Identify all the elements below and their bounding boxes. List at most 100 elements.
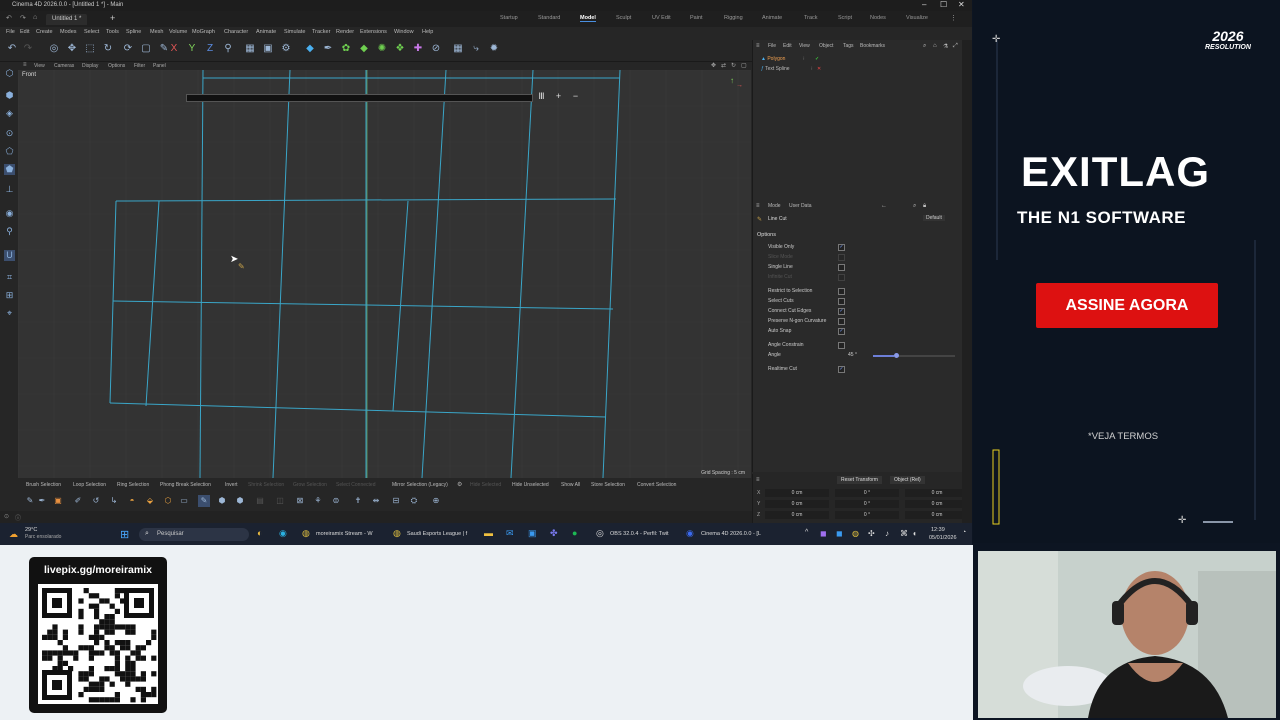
layout-standard[interactable]: Standard xyxy=(538,15,560,21)
minus-icon[interactable]: − xyxy=(570,91,581,102)
tab-document[interactable]: Untitled 1 * xyxy=(46,14,88,25)
z-axis-icon[interactable]: Z xyxy=(204,43,216,55)
option-row-realtime-cut[interactable]: Realtime Cut ✓ xyxy=(753,366,961,374)
menu-simulate[interactable]: Simulate xyxy=(284,29,305,35)
mirror-icon[interactable]: ⇹ xyxy=(370,495,382,507)
option-checkbox[interactable] xyxy=(838,274,845,281)
layout-menu-icon[interactable]: ⋮ xyxy=(950,14,957,22)
taskbar-app-2[interactable]: Saudi Esports League | f xyxy=(407,531,467,537)
menu-modes[interactable]: Modes xyxy=(60,29,77,35)
option-checkbox[interactable]: ✓ xyxy=(838,244,845,251)
line-cut-icon[interactable]: ✎ xyxy=(198,495,210,507)
edge-cut-icon[interactable]: ↳ xyxy=(108,495,120,507)
render-view-icon[interactable]: ▣ xyxy=(262,43,274,55)
menu-tools[interactable]: Tools xyxy=(106,29,119,35)
coord-menu-icon[interactable]: ≡ xyxy=(756,477,760,483)
layout-visualize[interactable]: Visualize xyxy=(906,15,928,21)
mirror-settings-icon[interactable]: ⚙ xyxy=(457,481,462,488)
taskbar-search[interactable]: ⌕ Pesquisar xyxy=(139,528,249,541)
clock-time[interactable]: 12:39 xyxy=(931,527,945,533)
symmetry-icon[interactable]: ✝ xyxy=(352,495,364,507)
viewport-zoom-icon[interactable]: ⇄ xyxy=(721,62,726,69)
minimize-icon[interactable]: – xyxy=(922,0,926,9)
layout-startup[interactable]: Startup xyxy=(500,15,518,21)
menu-extensions[interactable]: Extensions xyxy=(360,29,387,35)
spotify-icon[interactable]: ● xyxy=(572,528,577,538)
angle-slider-handle[interactable] xyxy=(893,353,899,358)
field-icon[interactable]: ✚ xyxy=(412,43,424,55)
menu-mesh[interactable]: Mesh xyxy=(150,29,163,35)
edge-icon[interactable]: ◉ xyxy=(279,528,287,539)
option-row-auto-snap[interactable]: Auto Snap ✓ xyxy=(753,328,961,336)
polygons-mode-icon[interactable]: ⬟ xyxy=(4,164,15,175)
clock-date[interactable]: 05/01/2026 xyxy=(929,535,957,541)
object-menu-icon[interactable]: ≡ xyxy=(756,43,760,49)
dissolve-icon[interactable]: ⬢ xyxy=(216,495,228,507)
maximize-icon[interactable]: ☐ xyxy=(940,0,947,9)
menu-character[interactable]: Character xyxy=(224,29,248,35)
option-row-infinite-cut[interactable]: Infinite Cut xyxy=(753,274,961,282)
option-checkbox[interactable] xyxy=(838,342,845,349)
attr-menu-mode[interactable]: Mode xyxy=(768,203,781,209)
menu-window[interactable]: Window xyxy=(394,29,414,35)
coord-field-b[interactable]: 0 ° xyxy=(835,511,899,519)
tray-icon-4[interactable]: ✣ xyxy=(868,529,875,538)
rotate-icon[interactable]: ⟳ xyxy=(122,43,134,55)
object-menu-view[interactable]: View xyxy=(799,43,810,49)
preset-dropdown[interactable]: Default xyxy=(923,215,945,221)
attribute-menu-icon[interactable]: ≡ xyxy=(756,203,760,209)
angle-value-field[interactable]: 45 ° xyxy=(848,352,857,358)
selection-cmd-invert[interactable]: Invert xyxy=(225,482,238,488)
mail-icon[interactable]: ✉ xyxy=(506,528,514,539)
bevel-icon[interactable]: ⬡ xyxy=(162,495,174,507)
viewport-menu-options[interactable]: Options xyxy=(108,63,125,69)
selection-cmd-mirror-selection-legacy-[interactable]: Mirror Selection (Legacy) xyxy=(392,482,448,488)
layout-track[interactable]: Track xyxy=(804,15,818,21)
selection-cmd-show-all[interactable]: Show All xyxy=(561,482,580,488)
object-menu-edit[interactable]: Edit xyxy=(783,43,792,49)
folder-icon[interactable]: ▬ xyxy=(484,528,493,538)
layout-uv-edit[interactable]: UV Edit xyxy=(652,15,671,21)
exitlag-ad[interactable]: ✛ ✛ 2026 RESOLUTION EXITLAG THE N1 SOFTW… xyxy=(973,0,1280,543)
camera-icon[interactable]: ⊘ xyxy=(430,43,442,55)
pause-icon[interactable]: Ⅲ xyxy=(536,91,547,102)
option-checkbox[interactable] xyxy=(838,264,845,271)
object-menu-bookmarks[interactable]: Bookmarks xyxy=(860,43,885,49)
edges-mode-icon[interactable]: ⬠ xyxy=(4,146,15,157)
normals-icon[interactable]: ⊕ xyxy=(430,495,442,507)
taskbar-app-3[interactable]: OBS 32.0.4 - Perfil: Twit xyxy=(610,531,669,537)
viewport-menu-filter[interactable]: Filter xyxy=(134,63,145,69)
taskbar-app-1[interactable]: moreiramix Stream - W xyxy=(316,531,373,537)
menu-file[interactable]: File xyxy=(6,29,15,35)
selection-cmd-grow-selection[interactable]: Grow Selection xyxy=(293,482,327,488)
close-icon[interactable]: ✕ xyxy=(958,0,965,9)
attr-search-icon[interactable]: ⌕ xyxy=(913,203,916,210)
info-icon[interactable]: ⓘ xyxy=(15,513,21,522)
option-row-visible-only[interactable]: Visible Only ✓ xyxy=(753,244,961,252)
chrome-icon[interactable]: ◍ xyxy=(302,528,310,539)
slide-icon[interactable]: ⊜ xyxy=(330,495,342,507)
delete-icon[interactable]: ⊠ xyxy=(294,495,306,507)
axis-mode-icon[interactable]: ⊥ xyxy=(4,184,15,195)
viewport-menu-display[interactable]: Display xyxy=(82,63,98,69)
layout-script[interactable]: Script xyxy=(838,15,852,21)
store-icon[interactable]: ▣ xyxy=(528,528,537,539)
redo-icon[interactable]: ↷ xyxy=(20,14,26,22)
enabled-check-icon[interactable]: ✓ xyxy=(815,56,819,62)
menu-animate[interactable]: Animate xyxy=(256,29,276,35)
cut-slider-bar[interactable] xyxy=(186,94,533,102)
layout-model[interactable]: Model xyxy=(580,15,596,22)
volume-icon[interactable]: ◖ xyxy=(912,529,917,538)
option-row-preserve-n-gon-curvature[interactable]: Preserve N-gon Curvature xyxy=(753,318,961,326)
x-axis-icon[interactable]: X xyxy=(168,43,180,55)
coord-field-c[interactable]: 0 cm xyxy=(905,500,969,508)
object-search-icon[interactable]: ⌕ xyxy=(923,43,926,50)
cube-icon[interactable]: ◆ xyxy=(304,43,316,55)
quantize-icon[interactable]: ⊞ xyxy=(4,290,15,301)
coordinate-system-icon[interactable]: ⚲ xyxy=(222,43,234,55)
coord-field-c[interactable]: 0 cm xyxy=(905,511,969,519)
selection-cmd-hide-selected[interactable]: Hide Selected xyxy=(470,482,501,488)
extrude-icon[interactable]: ◓ xyxy=(126,495,138,507)
solo-icon[interactable]: ◉ xyxy=(4,208,15,219)
lock-workplane-icon[interactable]: ⌖ xyxy=(4,308,15,319)
